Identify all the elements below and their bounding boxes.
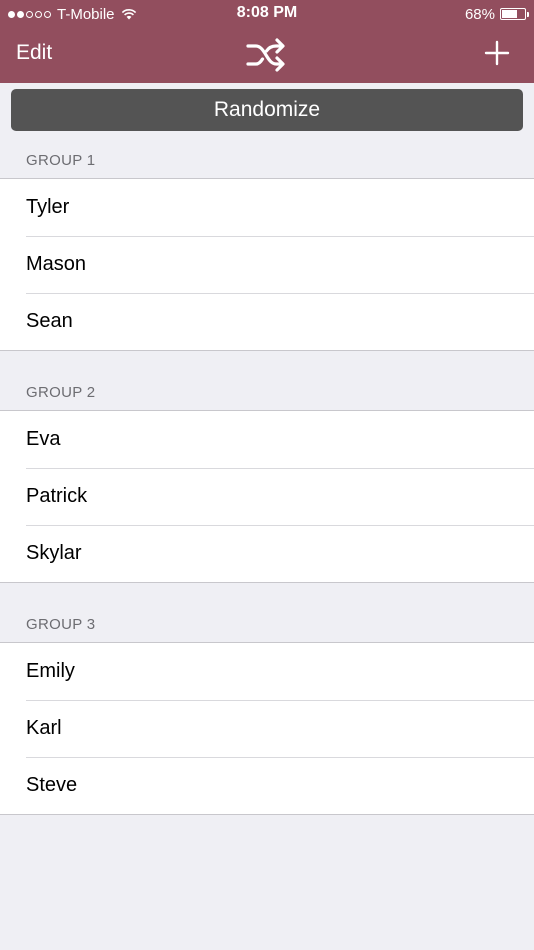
member-name: Karl [26, 717, 62, 739]
group-list: Eva Patrick Skylar [0, 410, 534, 583]
member-name: Mason [26, 253, 87, 275]
status-right: 68% [464, 5, 529, 23]
group-title: GROUP 2 [26, 384, 96, 401]
top-bar: T-Mobile 8:08 PM 68% Edit [0, 0, 534, 83]
battery-fill [502, 10, 517, 18]
list-item[interactable]: Eva [0, 411, 534, 468]
member-name: Patrick [26, 485, 88, 507]
add-button[interactable] [484, 40, 510, 66]
member-name: Skylar [26, 542, 82, 564]
randomize-button[interactable]: Randomize [11, 89, 523, 131]
group-list: Emily Karl Steve [0, 642, 534, 815]
battery-icon [500, 8, 529, 20]
member-name: Steve [26, 774, 78, 796]
edit-button[interactable]: Edit [16, 41, 52, 65]
group-header: GROUP 2 [0, 348, 534, 411]
list-item[interactable]: Patrick [0, 468, 534, 525]
status-time: 8:08 PM [236, 4, 298, 21]
member-name: Eva [26, 428, 61, 450]
status-bar: T-Mobile 8:08 PM 68% [0, 0, 534, 28]
group-list: Tyler Mason Sean [0, 178, 534, 351]
member-name: Tyler [26, 196, 70, 218]
list-item[interactable]: Emily [0, 643, 534, 700]
member-name: Sean [26, 310, 73, 332]
group-header: GROUP 3 [0, 580, 534, 643]
battery-tip [527, 12, 529, 17]
list-item[interactable]: Sean [0, 293, 534, 350]
list-item[interactable]: Tyler [0, 179, 534, 236]
group-header: GROUP 1 [0, 139, 534, 179]
member-name: Emily [26, 660, 75, 682]
list-item[interactable]: Skylar [0, 525, 534, 582]
list-item[interactable]: Steve [0, 757, 534, 814]
battery-percentage: 68% [464, 5, 495, 23]
randomize-container: Randomize [0, 83, 534, 139]
navigation-bar: Edit [0, 28, 534, 83]
list-item[interactable]: Karl [0, 700, 534, 757]
list-item[interactable]: Mason [0, 236, 534, 293]
group-title: GROUP 1 [26, 152, 96, 169]
group-title: GROUP 3 [26, 616, 96, 633]
shuffle-icon[interactable] [245, 35, 289, 75]
